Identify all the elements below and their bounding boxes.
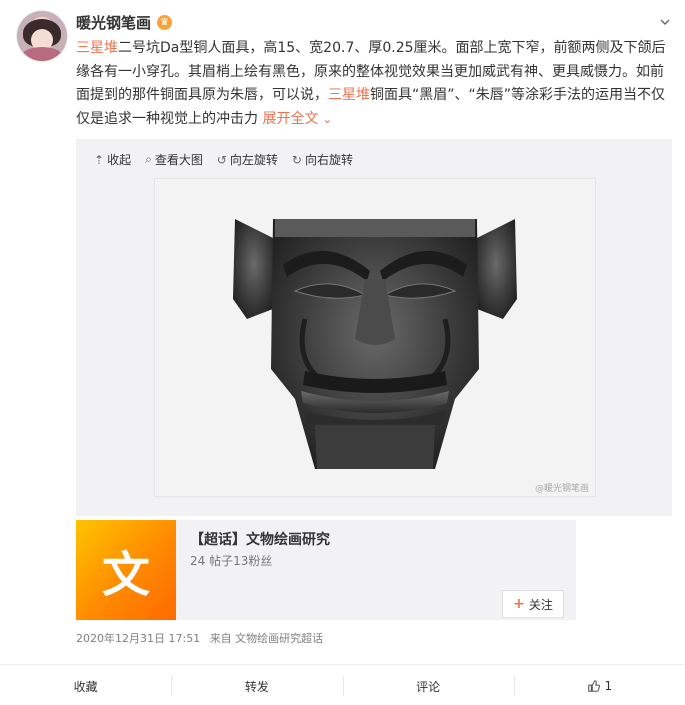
view-large-button[interactable]: ⌕ 查看大图 <box>145 151 203 168</box>
comment-button[interactable]: 评论 <box>342 670 514 702</box>
media-toolbar: ⇡ 收起 ⌕ 查看大图 ↺ 向左旋转 ↻ 向右旋转 <box>94 151 353 168</box>
topic-title[interactable]: 【超话】文物绘画研究 <box>190 529 330 549</box>
divider <box>0 664 685 665</box>
collapse-icon: ⇡ <box>94 152 105 167</box>
rotate-right-button[interactable]: ↻ 向右旋转 <box>292 151 353 168</box>
post-meta: 2020年12月31日 17:51 来自 文物绘画研究超话 <box>76 630 323 646</box>
plus-icon: + <box>513 596 525 612</box>
rotate-right-icon: ↻ <box>291 152 302 167</box>
bronze-mask-drawing[interactable]: @暖光钢笔画 <box>154 178 596 497</box>
post-text: 三星堆二号坑Da型铜人面具，高15、宽20.7、厚0.25厘米。面部上宽下窄，前… <box>76 37 669 131</box>
post-timestamp[interactable]: 2020年12月31日 17:51 <box>76 632 200 645</box>
chevron-down-icon[interactable] <box>659 13 670 25</box>
search-icon: ⌕ <box>145 152 152 166</box>
author-name-row: 暖光钢笔画 ♛ <box>76 12 173 33</box>
post-source[interactable]: 来自 文物绘画研究超话 <box>210 632 324 645</box>
like-count: 1 <box>604 679 613 693</box>
thumbs-up-icon <box>587 680 600 692</box>
topic-thumb-char: 文 <box>101 547 150 603</box>
like-button[interactable]: 1 <box>513 670 685 702</box>
media-preview: ⇡ 收起 ⌕ 查看大图 ↺ 向左旋转 ↻ 向右旋转 @暖光钢笔画 <box>76 139 672 516</box>
topic-thumbnail[interactable]: 文 <box>76 520 176 620</box>
photo-watermark: @暖光钢笔画 <box>535 482 589 494</box>
topic-card[interactable]: 文 【超话】文物绘画研究 24 帖子13粉丝 + 关注 <box>76 520 576 620</box>
repost-button[interactable]: 转发 <box>171 670 342 702</box>
expand-full-text-link[interactable]: 展开全文 ⌄ <box>262 111 332 127</box>
follow-button[interactable]: + 关注 <box>502 590 564 618</box>
collapse-button[interactable]: ⇡ 收起 <box>94 151 131 168</box>
topic-stats: 24 帖子13粉丝 <box>190 554 273 568</box>
favorite-button[interactable]: 收藏 <box>0 670 171 702</box>
topic-link[interactable]: 三星堆 <box>328 87 370 103</box>
post-actions: 收藏 转发 评论 1 <box>0 670 685 702</box>
chevron-down-icon: ⌄ <box>318 111 333 126</box>
author-avatar[interactable] <box>16 10 68 62</box>
author-name[interactable]: 暖光钢笔画 <box>76 12 151 33</box>
topic-link[interactable]: 三星堆 <box>76 40 118 56</box>
rotate-left-icon: ↺ <box>216 152 227 167</box>
crown-icon: ♛ <box>157 15 173 30</box>
rotate-left-button[interactable]: ↺ 向左旋转 <box>217 151 278 168</box>
